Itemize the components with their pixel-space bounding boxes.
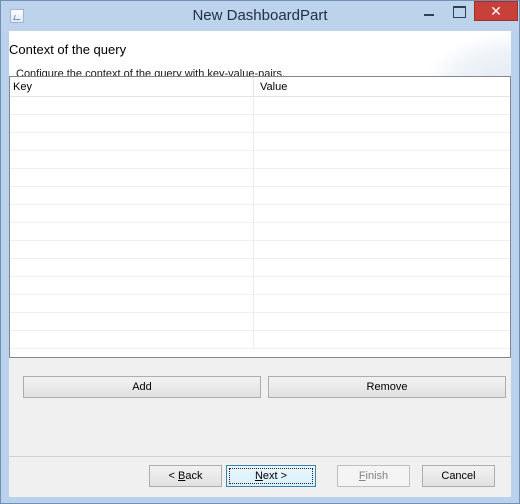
cancel-button[interactable]: Cancel [422, 465, 495, 487]
finish-mnemonic: F [358, 470, 366, 482]
next-mnemonic: N [254, 470, 263, 482]
action-area: Add Remove < Back Next > Finish Cancel [9, 31, 511, 497]
finish-rest: inish [365, 470, 389, 482]
next-rest: ext > [262, 470, 288, 482]
title-bar[interactable]: New DashboardPart ✕ [1, 1, 519, 31]
minimize-icon[interactable] [415, 1, 443, 21]
footer-separator [9, 456, 511, 457]
dialog-window: New DashboardPart ✕ Context of the query… [0, 0, 520, 504]
back-rest: ack [185, 470, 203, 482]
next-button[interactable]: Next > [226, 465, 316, 487]
maximize-icon[interactable] [445, 1, 473, 21]
remove-button[interactable]: Remove [268, 376, 506, 398]
close-icon[interactable]: ✕ [474, 1, 518, 21]
back-prefix: < [168, 470, 178, 482]
add-button[interactable]: Add [23, 376, 261, 398]
finish-button: Finish [337, 465, 410, 487]
back-button[interactable]: < Back [149, 465, 222, 487]
